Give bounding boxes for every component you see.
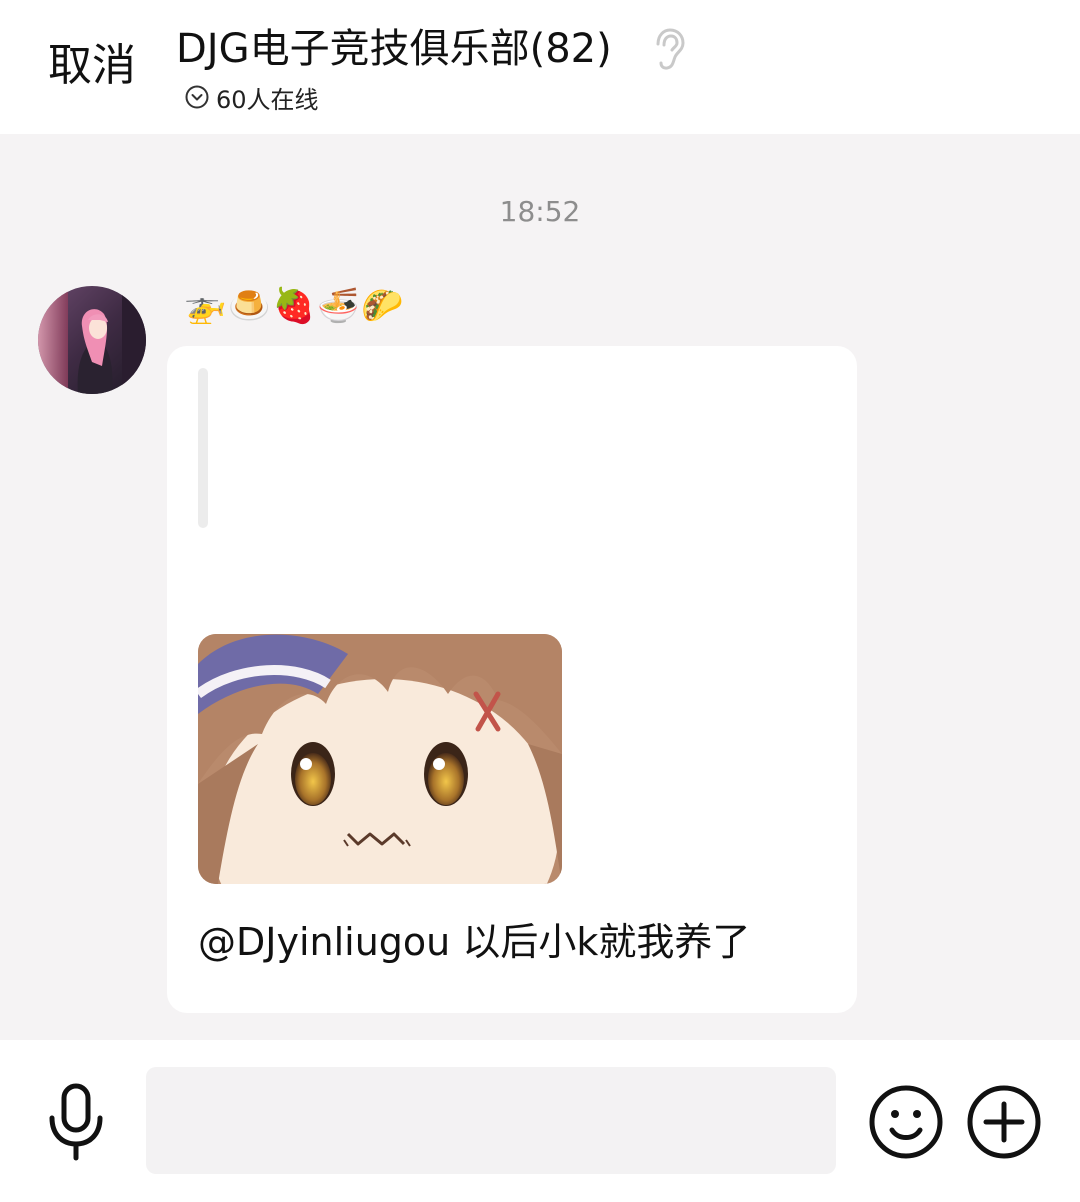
quote-bar [198,368,208,528]
online-count: 60人在线 [216,85,319,114]
online-status[interactable]: 60人在线 [184,82,319,114]
microphone-icon[interactable] [44,1082,108,1162]
sender-nickname[interactable]: 🚁🍮🍓🍜🌮 [184,286,406,326]
message-bubble[interactable]: @DJyinliugou 以后小k就我养了 [167,346,857,1013]
smiley-icon[interactable] [868,1084,944,1160]
ear-icon[interactable] [652,28,686,70]
plus-icon[interactable] [966,1084,1042,1160]
chat-header: 取消 DJG电子竞技俱乐部(82) 60人在线 [0,0,1080,134]
cancel-button[interactable]: 取消 [48,40,136,92]
message-text: @DJyinliugou 以后小k就我养了 [198,920,751,964]
chevron-down-circle-icon [185,85,209,109]
avatar[interactable] [38,286,146,394]
sticker-image[interactable] [198,634,562,884]
group-title[interactable]: DJG电子竞技俱乐部(82) [176,24,612,74]
message-input[interactable] [146,1067,836,1174]
message-timestamp: 18:52 [499,195,581,228]
